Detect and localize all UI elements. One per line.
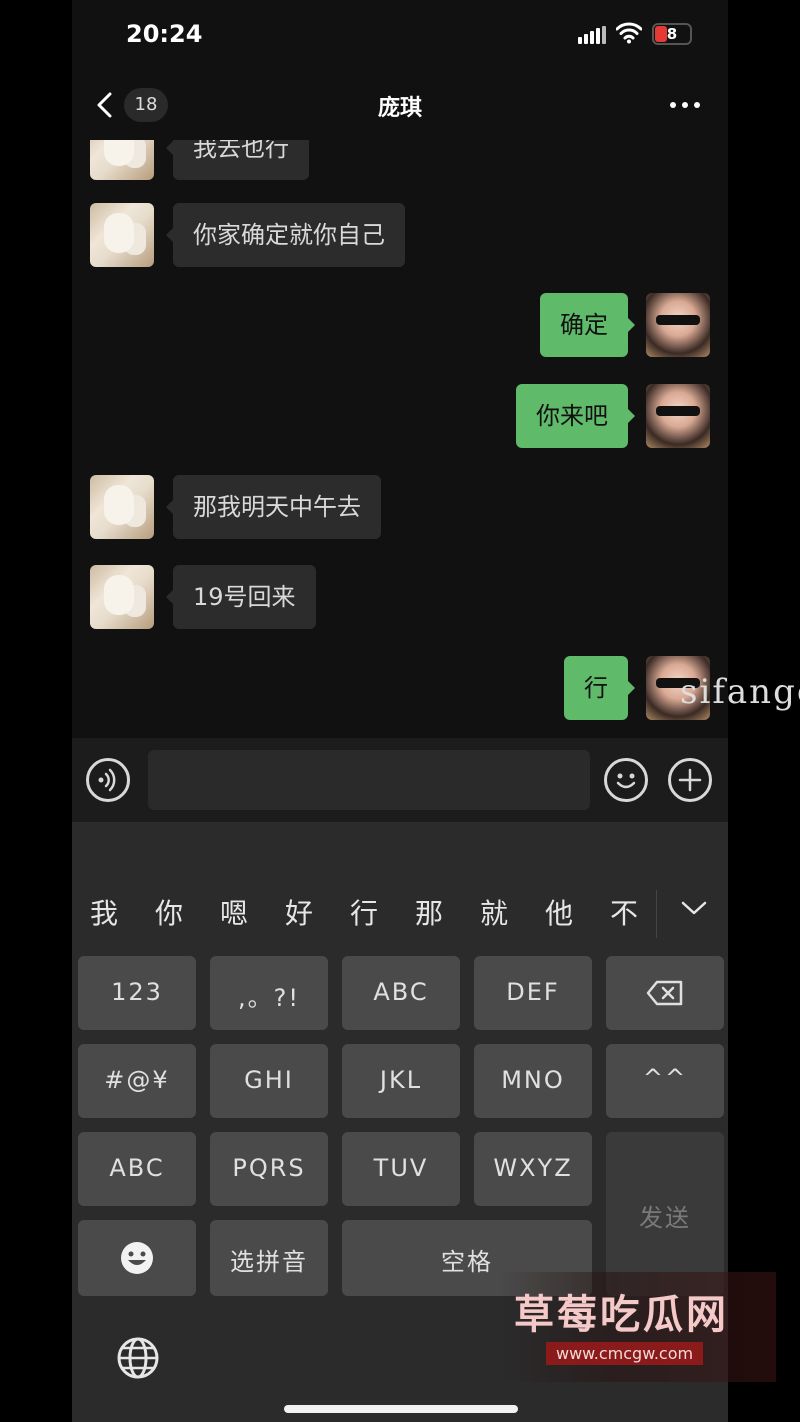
key-emoji[interactable] [78, 1220, 196, 1296]
more-options-icon[interactable] [670, 100, 700, 110]
chat-header: 18 庞琪 [72, 70, 728, 140]
candidate-word[interactable]: 不 [610, 892, 638, 932]
message-row: 你来吧 [72, 384, 728, 448]
key-label: TUV [373, 1154, 429, 1182]
voice-input-button[interactable] [86, 758, 130, 802]
candidate-word[interactable]: 那 [415, 892, 443, 932]
battery-level: 8 [666, 25, 678, 43]
emoji-button[interactable] [604, 758, 648, 802]
smiley-icon [616, 773, 636, 789]
message-row: 确定 [72, 293, 728, 357]
key-pqrs[interactable]: PQRS [210, 1132, 328, 1206]
status-time: 20:24 [126, 20, 203, 48]
candidate-word[interactable]: 你 [155, 892, 183, 932]
candidate-word[interactable]: 好 [285, 892, 313, 932]
key-label: 选拼音 [230, 1248, 308, 1276]
key-label: WXYZ [493, 1154, 573, 1182]
key-label: ABC [373, 978, 429, 1006]
message-row: 19号回来 [72, 565, 728, 629]
key-def[interactable]: DEF [474, 956, 592, 1030]
key-jkl[interactable]: JKL [342, 1044, 460, 1118]
received-message-bubble[interactable]: 19号回来 [166, 565, 316, 629]
candidate-divider [656, 890, 657, 938]
received-message-bubble[interactable]: 那我明天中午去 [166, 475, 381, 539]
contact-avatar[interactable] [90, 475, 154, 539]
candidate-word[interactable]: 他 [545, 892, 573, 932]
sent-message-bubble[interactable]: 行 [564, 656, 635, 720]
received-message-bubble[interactable]: 你家确定就你自己 [166, 203, 405, 267]
key-mno[interactable]: MNO [474, 1044, 592, 1118]
watermark-text: sifangc [680, 672, 800, 712]
cellular-signal-icon [578, 26, 606, 44]
wifi-icon [616, 22, 642, 44]
key-backspace[interactable] [606, 956, 724, 1030]
more-actions-button[interactable] [668, 758, 712, 802]
contact-avatar[interactable] [90, 565, 154, 629]
key-label: DEF [506, 978, 560, 1006]
message-list[interactable]: 我去也行 你家确定就你自己 确定 你来吧 那我明天中午去 19号回来 行 [72, 116, 728, 738]
key-symbols[interactable]: #@¥ [78, 1044, 196, 1118]
chevron-down-icon[interactable] [680, 894, 708, 922]
candidate-word[interactable]: 行 [350, 892, 378, 932]
key-label: 发送 [639, 1204, 691, 1232]
key-123[interactable]: 123 [78, 956, 196, 1030]
key-label: #@¥ [104, 1066, 170, 1094]
key-label: GHI [244, 1066, 294, 1094]
key-punctuation[interactable]: ,。?! [210, 956, 328, 1030]
message-row: 你家确定就你自己 [72, 203, 728, 267]
key-wxyz[interactable]: WXYZ [474, 1132, 592, 1206]
message-text-input[interactable] [148, 750, 590, 810]
sent-message-bubble[interactable]: 确定 [540, 293, 635, 357]
key-label: JKL [379, 1066, 423, 1094]
key-abc-switch[interactable]: ABC [78, 1132, 196, 1206]
key-label: MNO [501, 1066, 565, 1094]
key-choose-pinyin[interactable]: 选拼音 [210, 1220, 328, 1296]
globe-icon[interactable] [116, 1336, 160, 1380]
watermark-title: 草莓吃瓜网 [514, 1292, 729, 1338]
message-input-bar [72, 738, 728, 822]
home-indicator[interactable] [284, 1405, 518, 1413]
sent-message-bubble[interactable]: 你来吧 [516, 384, 635, 448]
watermark-logo: 草莓吃瓜网 www.cmcgw.com [500, 1272, 776, 1382]
plus-icon [678, 768, 702, 792]
key-label: PQRS [232, 1154, 306, 1182]
battery-icon: 8 [652, 23, 692, 45]
backspace-icon [646, 980, 683, 1006]
key-ghi[interactable]: GHI [210, 1044, 328, 1118]
watermark-url: www.cmcgw.com [546, 1342, 704, 1365]
user-avatar[interactable] [646, 293, 710, 357]
candidate-word[interactable]: 嗯 [220, 892, 248, 932]
chat-title: 庞琪 [377, 96, 422, 121]
contact-avatar[interactable] [90, 203, 154, 267]
key-label: ^^ [642, 1064, 688, 1092]
voice-wave-icon [98, 768, 116, 792]
message-row: 行 [72, 656, 728, 720]
status-bar: 20:24 8 [72, 0, 728, 70]
candidate-word[interactable]: 我 [90, 892, 118, 932]
message-row: 那我明天中午去 [72, 475, 728, 539]
key-abc[interactable]: ABC [342, 956, 460, 1030]
candidate-bar: 我 你 嗯 好 行 那 就 他 不 [72, 884, 728, 944]
key-label: 123 [111, 978, 163, 1006]
user-avatar[interactable] [646, 384, 710, 448]
emoji-face-icon [121, 1242, 153, 1274]
key-tuv[interactable]: TUV [342, 1132, 460, 1206]
key-label: ABC [109, 1154, 165, 1182]
key-label: ,。?! [238, 984, 300, 1012]
key-emoticon[interactable]: ^^ [606, 1044, 724, 1118]
candidate-word[interactable]: 就 [480, 892, 508, 932]
phone-screen: 20:24 8 18 庞琪 我去也行 你家确定就你自己 确定 你来吧 那我明天中… [72, 0, 728, 1422]
